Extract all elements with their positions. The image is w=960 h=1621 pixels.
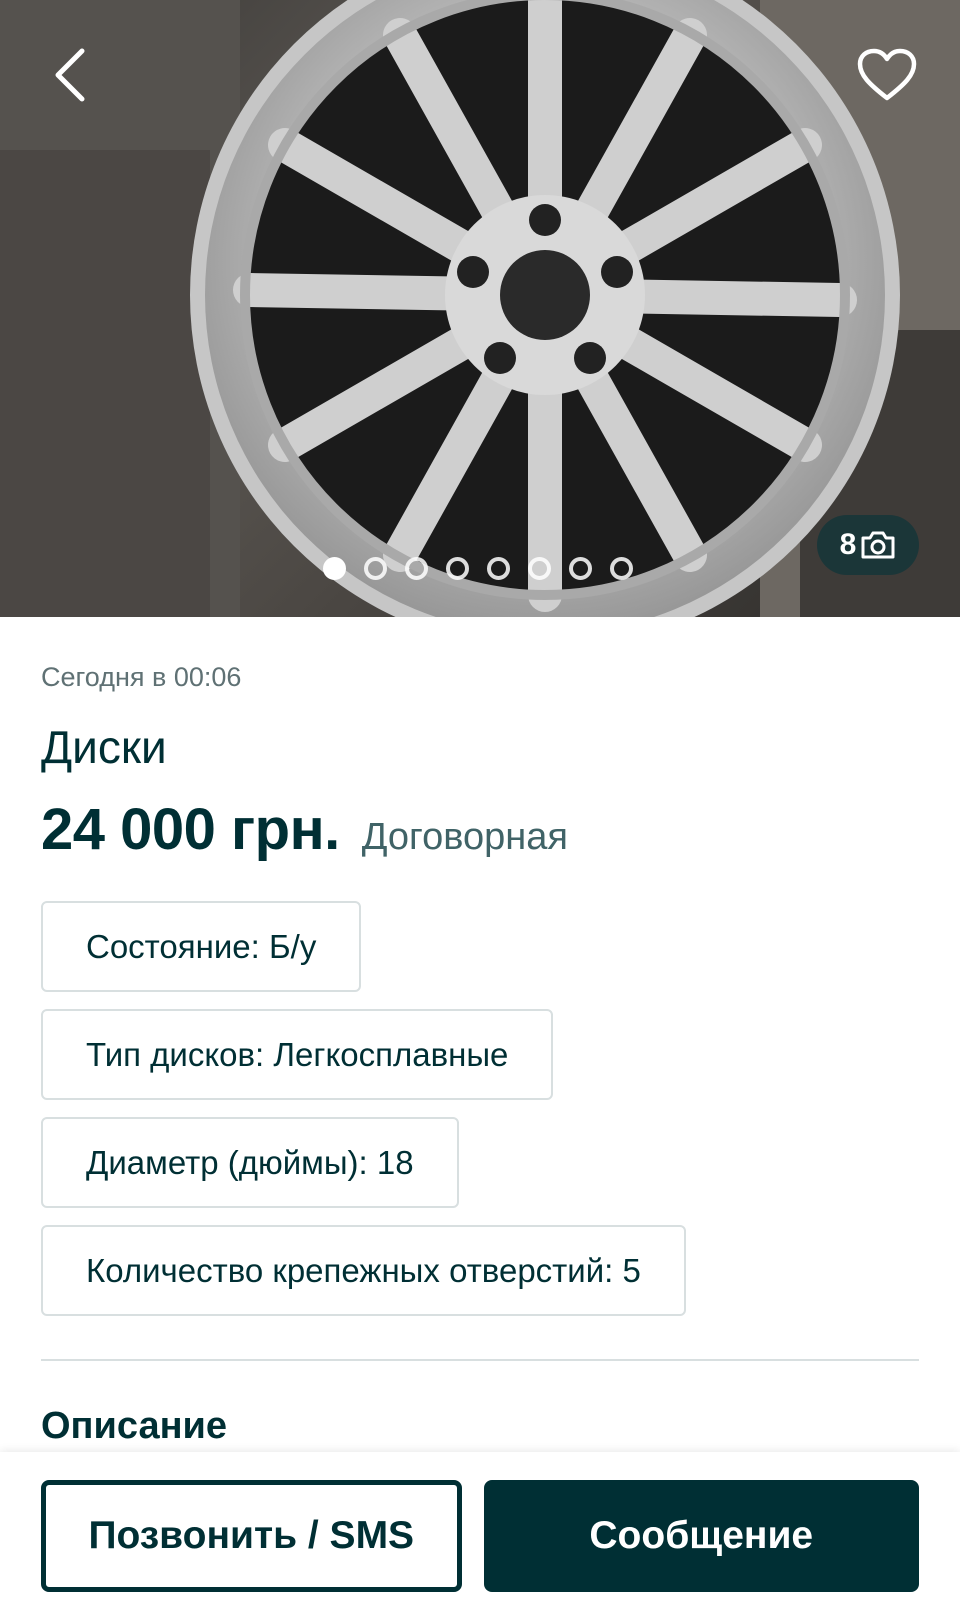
gallery-pagination[interactable] [323, 557, 633, 580]
price-row: 24 000 грн. Договорная [41, 796, 919, 863]
gallery-dot[interactable] [446, 557, 469, 580]
params-list: Состояние: Б/у Тип дисков: Легкосплавные… [41, 901, 919, 1316]
gallery-dot[interactable] [364, 557, 387, 580]
favorite-button[interactable] [852, 40, 922, 110]
param-bolt-holes[interactable]: Количество крепежных отверстий: 5 [41, 1225, 686, 1316]
param-wheel-type[interactable]: Тип дисков: Легкосплавные [41, 1009, 554, 1100]
action-bar: Позвонить / SMS Сообщение [0, 1452, 960, 1621]
heart-icon [857, 48, 917, 101]
gallery-dot[interactable] [323, 557, 346, 580]
photo-count-value: 8 [839, 528, 857, 561]
negotiable-label: Договорная [361, 816, 568, 858]
posted-date: Сегодня в 00:06 [41, 662, 242, 692]
param-condition[interactable]: Состояние: Б/у [41, 901, 362, 992]
photo-gallery[interactable]: 8 [0, 0, 960, 617]
wheel-photo [0, 0, 960, 617]
camera-icon [861, 531, 895, 559]
message-button[interactable]: Сообщение [483, 1480, 919, 1592]
divider [41, 1359, 919, 1361]
price: 24 000 грн. [41, 797, 340, 862]
chevron-left-icon [55, 48, 85, 102]
gallery-dot[interactable] [528, 557, 551, 580]
param-diameter[interactable]: Диаметр (дюймы): 18 [41, 1117, 459, 1208]
listing-title: Диски [41, 721, 167, 773]
photo-count-badge[interactable]: 8 [817, 515, 919, 575]
gallery-dot[interactable] [487, 557, 510, 580]
description-heading: Описание [41, 1405, 228, 1447]
listing-details: Сегодня в 00:06 Диски 24 000 грн. Догово… [0, 662, 960, 1448]
gallery-dot[interactable] [405, 557, 428, 580]
call-sms-button[interactable]: Позвонить / SMS [41, 1480, 462, 1592]
gallery-dot[interactable] [569, 557, 592, 580]
gallery-dot[interactable] [610, 557, 633, 580]
back-button[interactable] [40, 40, 100, 110]
